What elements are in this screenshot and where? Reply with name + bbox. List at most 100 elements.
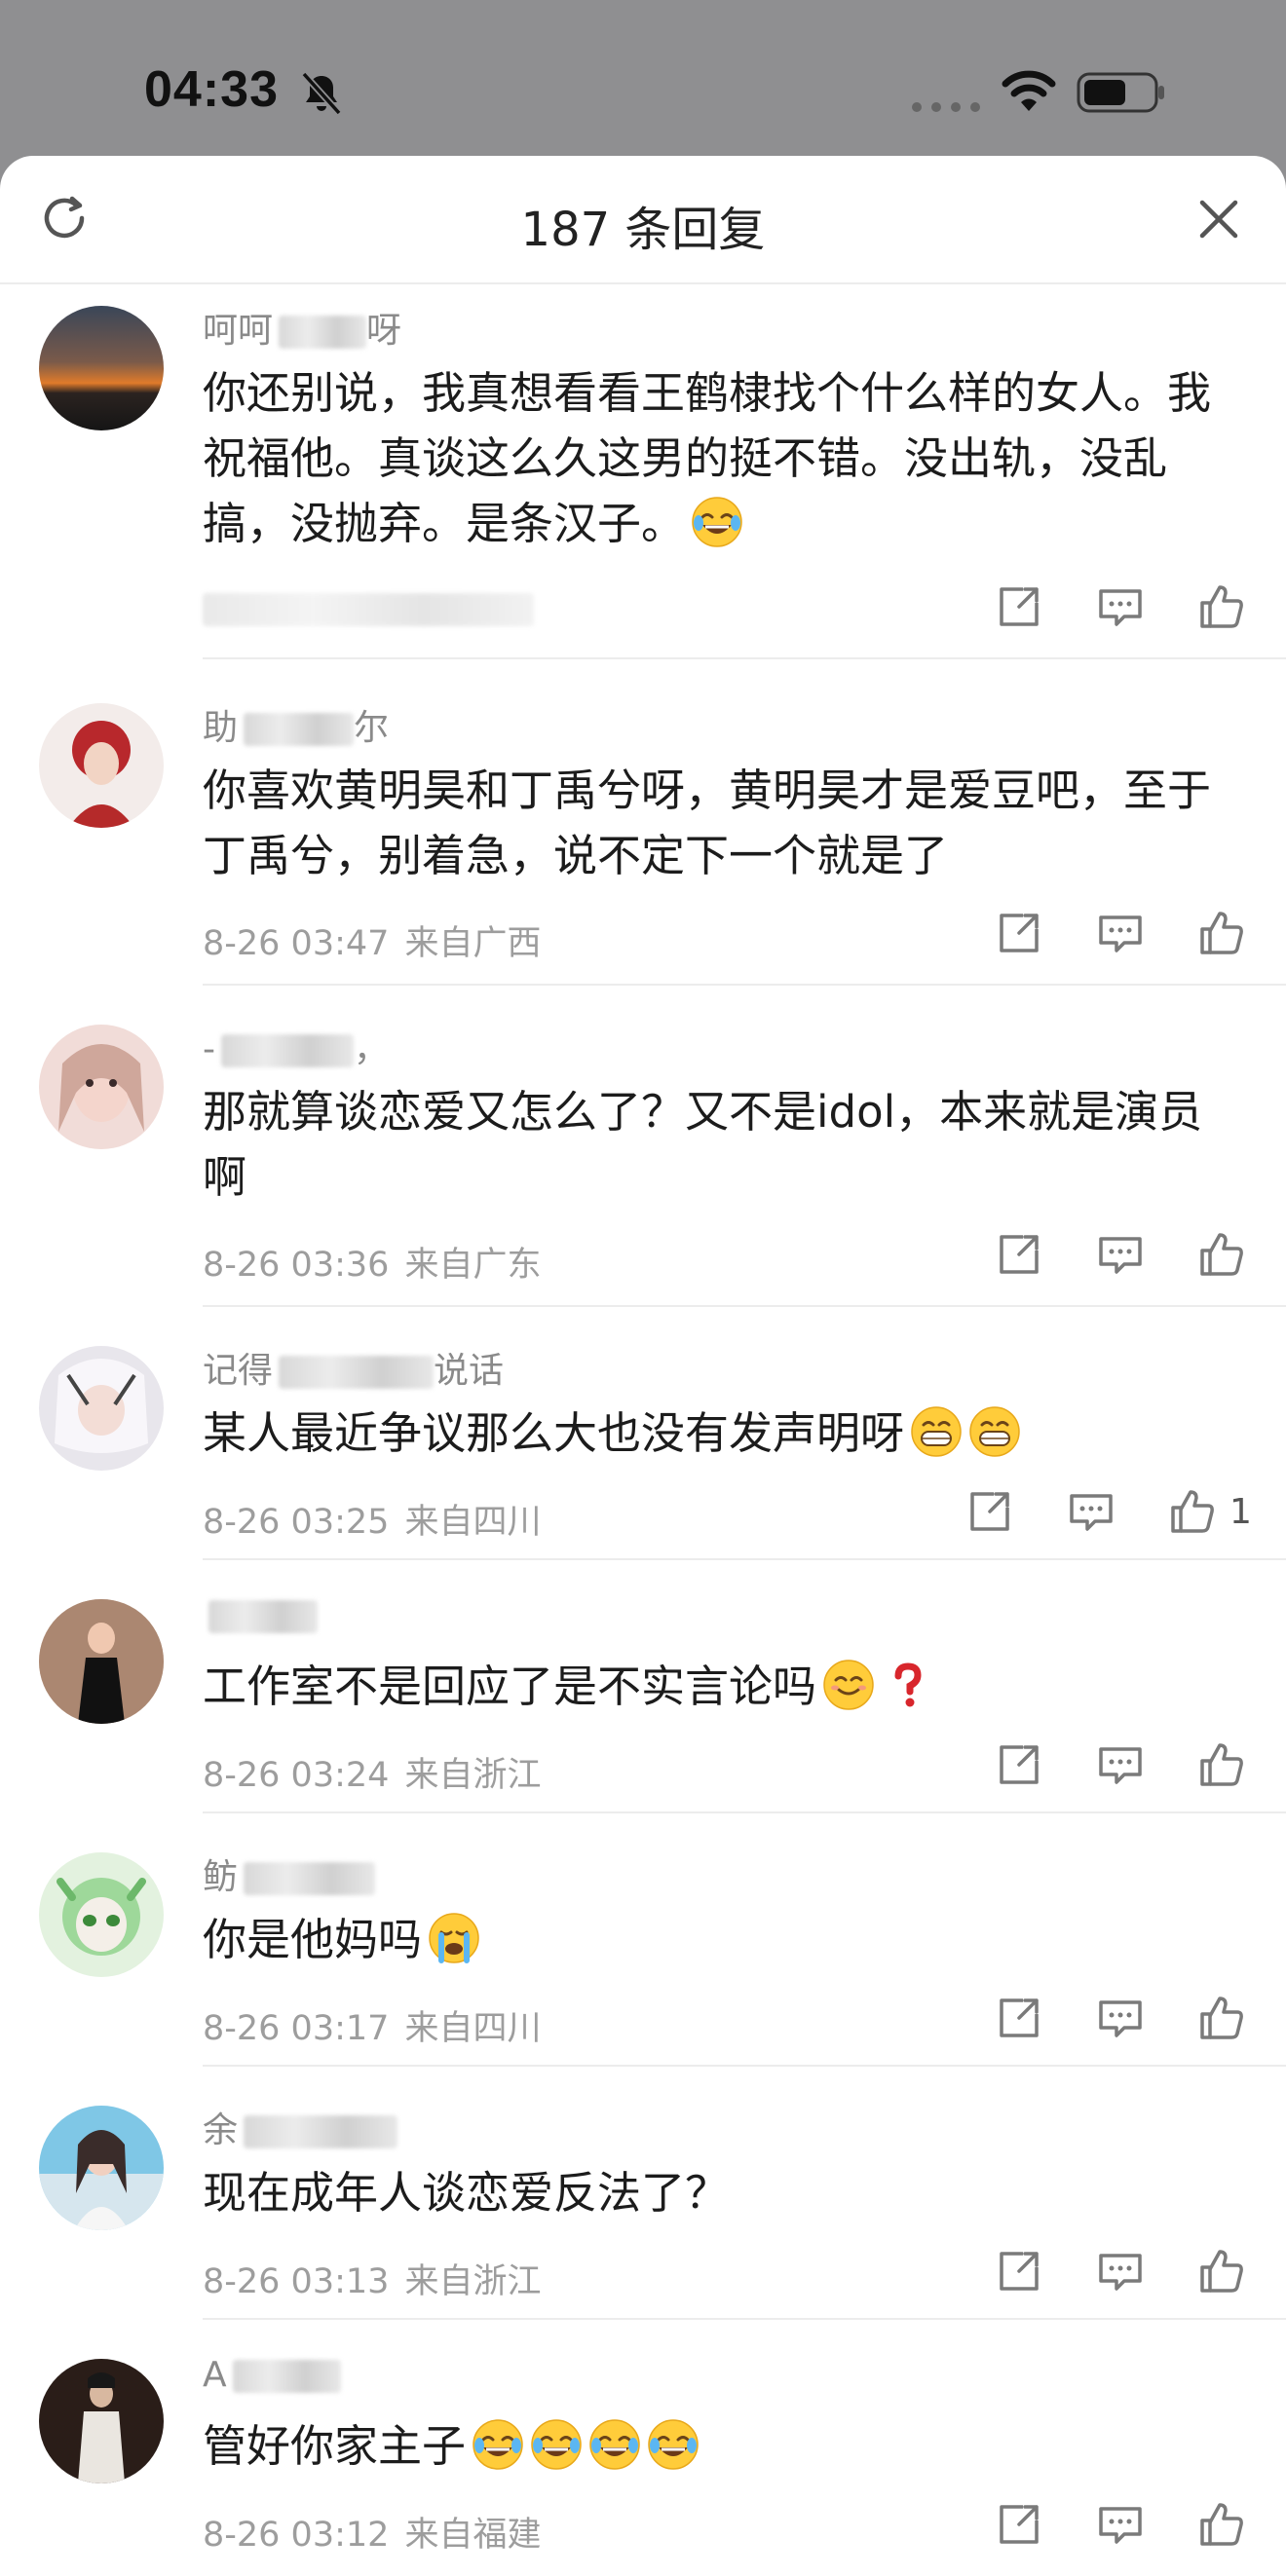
like-icon[interactable] bbox=[1196, 2246, 1247, 2296]
username-tail: 说话 bbox=[434, 1351, 505, 1391]
like-count: 1 bbox=[1229, 1492, 1252, 1532]
username-tail: 尔 bbox=[354, 708, 390, 748]
share-icon[interactable] bbox=[994, 2246, 1044, 2296]
avatar[interactable] bbox=[39, 1599, 164, 1724]
comment-icon[interactable] bbox=[1095, 2499, 1146, 2550]
share-icon[interactable] bbox=[964, 1486, 1015, 1537]
close-icon[interactable] bbox=[1194, 195, 1243, 243]
avatar[interactable] bbox=[39, 703, 164, 828]
like-icon[interactable] bbox=[1196, 2499, 1247, 2550]
comment-item[interactable]: 呵呵 呀你还别说，我真想看看王鹤棣找个什么样的女人。我祝福他。真谈这么久这男的挺不… bbox=[0, 290, 1286, 659]
username-text: 助 bbox=[203, 708, 239, 748]
comment-item[interactable]: 工作室不是回应了是不实言论吗 8-26 03:24 来自浙江 bbox=[0, 1584, 1286, 1813]
sheet-title: 187 条回复 bbox=[520, 203, 766, 257]
comment-actions bbox=[994, 1993, 1257, 2047]
timestamp: 8-26 03:17 bbox=[203, 2009, 390, 2048]
sheet-header: 187 条回复 bbox=[0, 156, 1286, 284]
like-icon[interactable] bbox=[1196, 581, 1247, 632]
like-icon[interactable] bbox=[1196, 908, 1247, 958]
comment-actions: 1 bbox=[964, 1486, 1257, 1541]
comment-item[interactable]: 鲂你是他妈吗 8-26 03:17 来自四川 bbox=[0, 1837, 1286, 2067]
comment-icon[interactable] bbox=[1095, 1739, 1146, 1790]
laughing-tears-emoji bbox=[472, 2418, 524, 2471]
share-icon[interactable] bbox=[994, 2499, 1044, 2550]
comment-body: 管好你家主子 bbox=[203, 2420, 467, 2472]
username-text: 鲂 bbox=[203, 1857, 239, 1897]
username-redaction bbox=[232, 2360, 341, 2393]
username[interactable]: -， bbox=[203, 1021, 389, 1071]
comment-body: 那就算谈恋爱又怎么了？又不是idol，本来就是演员啊 bbox=[203, 1086, 1203, 1203]
crying-emoji bbox=[428, 1912, 480, 1964]
username[interactable]: 余 bbox=[203, 2102, 398, 2152]
avatar[interactable] bbox=[39, 1852, 164, 1977]
avatar[interactable] bbox=[39, 1346, 164, 1471]
comment-body: 某人最近争议那么大也没有发声明呀 bbox=[203, 1407, 905, 1459]
avatar[interactable] bbox=[39, 2106, 164, 2230]
location: 来自浙江 bbox=[404, 1756, 542, 1795]
comment-icon[interactable] bbox=[1095, 581, 1146, 632]
comment-meta: 8-26 03:36 来自广东 bbox=[203, 1237, 541, 1287]
share-icon[interactable] bbox=[994, 1229, 1044, 1280]
comment-item[interactable]: A 管好你家主子 8-26 03:12 来自福建 bbox=[0, 2343, 1286, 2571]
share-icon[interactable] bbox=[994, 908, 1044, 958]
username[interactable] bbox=[203, 1595, 318, 1635]
comment-meta: 8-26 03:12 来自福建 bbox=[203, 2507, 541, 2557]
like-icon[interactable] bbox=[1167, 1486, 1218, 1537]
username[interactable]: 记得 说话 bbox=[203, 1342, 504, 1393]
comment-icon[interactable] bbox=[1095, 908, 1146, 958]
avatar[interactable] bbox=[39, 1025, 164, 1149]
username-tail: 呀 bbox=[366, 311, 402, 351]
comment-icon[interactable] bbox=[1095, 2246, 1146, 2296]
share-icon[interactable] bbox=[994, 1739, 1044, 1790]
grin-emoji bbox=[910, 1405, 963, 1458]
username-redaction bbox=[221, 1034, 354, 1067]
laughing-tears-emoji bbox=[530, 2418, 583, 2471]
like-icon[interactable] bbox=[1196, 1993, 1247, 2043]
status-time: 04:33 bbox=[144, 61, 279, 118]
comment-actions bbox=[994, 2246, 1257, 2300]
comment-meta: 8-26 03:13 来自浙江 bbox=[203, 2254, 541, 2303]
username-text: A bbox=[203, 2355, 227, 2395]
comment-item[interactable]: 助尔你喜欢黄明昊和丁禹兮呀，黄明昊才是爱豆吧，至于丁禹兮，别着急，说不定下一个就… bbox=[0, 688, 1286, 986]
red-question-emoji bbox=[881, 1659, 933, 1711]
share-icon[interactable] bbox=[994, 581, 1044, 632]
comment-actions bbox=[994, 1229, 1257, 1284]
comment-icon[interactable] bbox=[1095, 1993, 1146, 2043]
username-text: - bbox=[203, 1029, 215, 1069]
username-redaction bbox=[279, 316, 367, 349]
comment-item[interactable]: 余现在成年人谈恋爱反法了？ 8-26 03:13 来自浙江 bbox=[0, 2090, 1286, 2320]
comment-icon[interactable] bbox=[1066, 1486, 1116, 1537]
comment-icon[interactable] bbox=[1095, 1229, 1146, 1280]
username[interactable]: 鲂 bbox=[203, 1848, 376, 1899]
comment-text: 你是他妈吗 bbox=[203, 1907, 1235, 1972]
like-icon[interactable] bbox=[1196, 1739, 1247, 1790]
comment-text: 某人最近争议那么大也没有发声明呀 bbox=[203, 1400, 1235, 1466]
comment-text: 你喜欢黄明昊和丁禹兮呀，黄明昊才是爱豆吧，至于丁禹兮，别着急，说不定下一个就是了 bbox=[203, 758, 1235, 888]
username[interactable]: 助尔 bbox=[203, 699, 389, 750]
share-icon[interactable] bbox=[994, 1993, 1044, 2043]
comment-meta: 8-26 03:17 来自四川 bbox=[203, 2000, 541, 2050]
comment-divider bbox=[203, 984, 1286, 986]
comment-divider bbox=[203, 657, 1286, 659]
comment-meta: 8-26 03:24 来自浙江 bbox=[203, 1747, 541, 1797]
username[interactable]: 呵呵 呀 bbox=[203, 302, 401, 353]
battery-icon bbox=[1077, 72, 1164, 113]
username-text: 呵呵 bbox=[203, 311, 274, 351]
comment-divider bbox=[203, 1558, 1286, 1560]
username-text: 余 bbox=[203, 2110, 239, 2150]
avatar[interactable] bbox=[39, 306, 164, 430]
comment-actions bbox=[994, 2499, 1257, 2554]
laughing-tears-emoji bbox=[691, 496, 743, 548]
comment-body: 你喜欢黄明昊和丁禹兮呀，黄明昊才是爱豆吧，至于丁禹兮，别着急，说不定下一个就是了 bbox=[203, 765, 1212, 881]
comment-divider bbox=[203, 1811, 1286, 1813]
comment-item[interactable]: -， 那就算谈恋爱又怎么了？又不是idol，本来就是演员啊 8-26 03:36 来自… bbox=[0, 1009, 1286, 1307]
username[interactable]: A bbox=[203, 2355, 341, 2395]
comment-actions bbox=[994, 1739, 1257, 1794]
comment-body: 现在成年人谈恋爱反法了？ bbox=[203, 2167, 730, 2219]
location: 来自四川 bbox=[404, 2009, 542, 2048]
comment-item[interactable]: 记得 说话 某人最近争议那么大也没有发声明呀 8-26 03:25 来自四川 1 bbox=[0, 1330, 1286, 1560]
replies-sheet: 187 条回复 呵呵 呀你还别说，我真想看看王鹤棣找个什么样的女人。我祝福他。真谈… bbox=[0, 156, 1286, 2576]
comment-text: 工作室不是回应了是不实言论吗 bbox=[203, 1654, 1235, 1719]
like-icon[interactable] bbox=[1196, 1229, 1247, 1280]
avatar[interactable] bbox=[39, 2359, 164, 2483]
